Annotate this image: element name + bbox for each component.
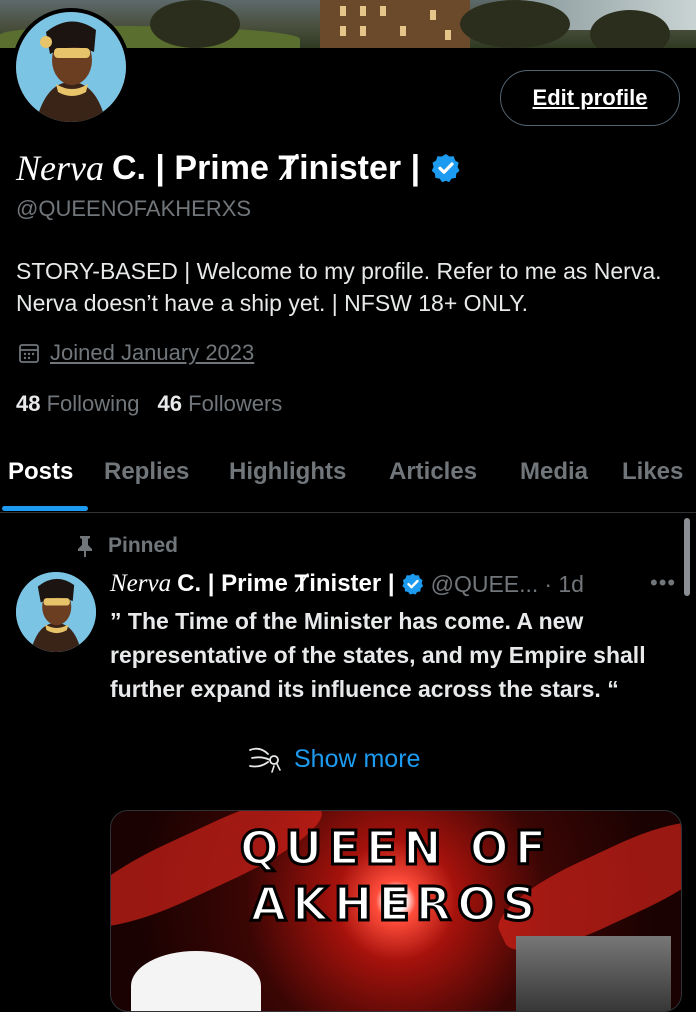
following-link[interactable]: 48 Following [16,391,140,416]
tab-posts[interactable]: Posts [8,458,73,486]
verified-badge-icon[interactable] [430,152,462,184]
post-author-name[interactable]: C. | Prime Ⱦinister | [177,570,395,598]
pinned-text: Pinned [108,534,179,557]
show-more-button[interactable]: Show more [246,744,420,774]
profile-handle: @QUEENOFAKHERXS [16,196,252,221]
more-dots-icon[interactable]: ••• [650,570,676,596]
post-text: ” The Time of the Minister has come. A n… [110,608,646,702]
profile-bio: STORY-BASED | Welcome to my profile. Ref… [16,258,662,316]
media-title-line1: QUEEN OF [238,820,553,877]
verified-badge-icon[interactable] [401,572,425,596]
followers-label: Followers [188,391,283,416]
tab-media[interactable]: Media [520,458,588,486]
media-figure [131,951,261,1011]
post-header: Nerva C. | Prime Ⱦinister | @QUEE... · 1… [110,567,584,601]
tab-highlights[interactable]: Highlights [229,458,346,486]
tab-articles[interactable]: Articles [389,458,477,486]
calendar-icon [19,344,39,363]
followers-count: 46 [157,391,183,416]
profile-avatar[interactable] [12,8,130,126]
joined-date: Joined January 2023 [18,340,254,366]
pinned-label: Pinned [76,534,178,558]
profile-tabs: Posts Replies Highlights Articles Media … [0,448,696,513]
active-tab-indicator [2,506,88,511]
post-author-avatar[interactable] [16,572,96,652]
post-timestamp[interactable]: · 1d [544,571,584,598]
pin-icon [78,536,92,557]
post-author-handle[interactable]: @QUEE... [431,571,539,598]
sparkle-expand-icon [249,747,281,773]
post-author-script[interactable]: Nerva [110,570,171,598]
joined-text: Joined January 2023 [50,340,255,365]
edit-profile-button[interactable]: Edit profile [500,70,680,126]
post-media-image[interactable]: QUEEN OF AKHEROS [110,810,682,1012]
banner-building [320,0,470,48]
profile-name-rest: C. | Prime Ⱦinister | [111,148,421,187]
banner-tree [460,0,570,48]
tab-likes[interactable]: Likes [622,458,683,486]
following-label: Following [46,391,140,416]
follow-stats: 48 Following 46 Followers [16,391,282,417]
followers-link[interactable]: 46 Followers [158,391,283,416]
profile-name: Nerva C. | Prime Ⱦinister | [16,146,462,190]
show-more-label: Show more [294,744,421,773]
avatar-image [16,12,126,122]
following-count: 48 [16,391,41,416]
profile-name-script: Nerva [16,148,104,188]
avatar-image [16,572,96,652]
media-title-line2: AKHEROS [249,876,542,933]
media-photo [516,936,671,1011]
scrollbar[interactable] [684,518,690,596]
tab-replies[interactable]: Replies [104,458,189,486]
banner-tree [150,0,240,48]
